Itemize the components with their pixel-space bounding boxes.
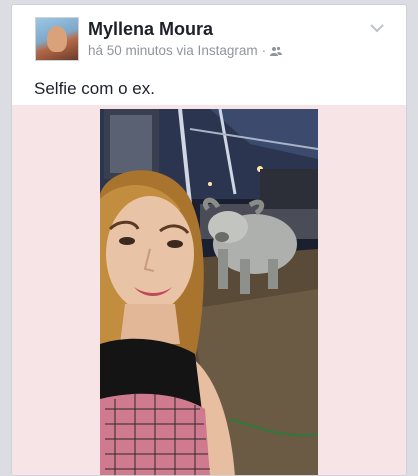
- post-timestamp[interactable]: há 50 minutos via Instagram: [88, 43, 258, 58]
- post-text: Selfie com o ex.: [34, 79, 155, 98]
- post-photo-container: [12, 105, 406, 475]
- facebook-post-card: Myllena Moura há 50 minutos via Instagra…: [11, 4, 407, 476]
- post-meta: há 50 minutos via Instagram ·: [88, 43, 283, 58]
- chevron-down-icon[interactable]: [370, 23, 384, 33]
- author-name[interactable]: Myllena Moura: [88, 19, 213, 40]
- friends-icon[interactable]: [270, 46, 283, 56]
- post-photo[interactable]: [100, 109, 318, 475]
- avatar[interactable]: [35, 17, 79, 61]
- selfie-image: [100, 109, 318, 475]
- meta-separator: ·: [261, 43, 267, 58]
